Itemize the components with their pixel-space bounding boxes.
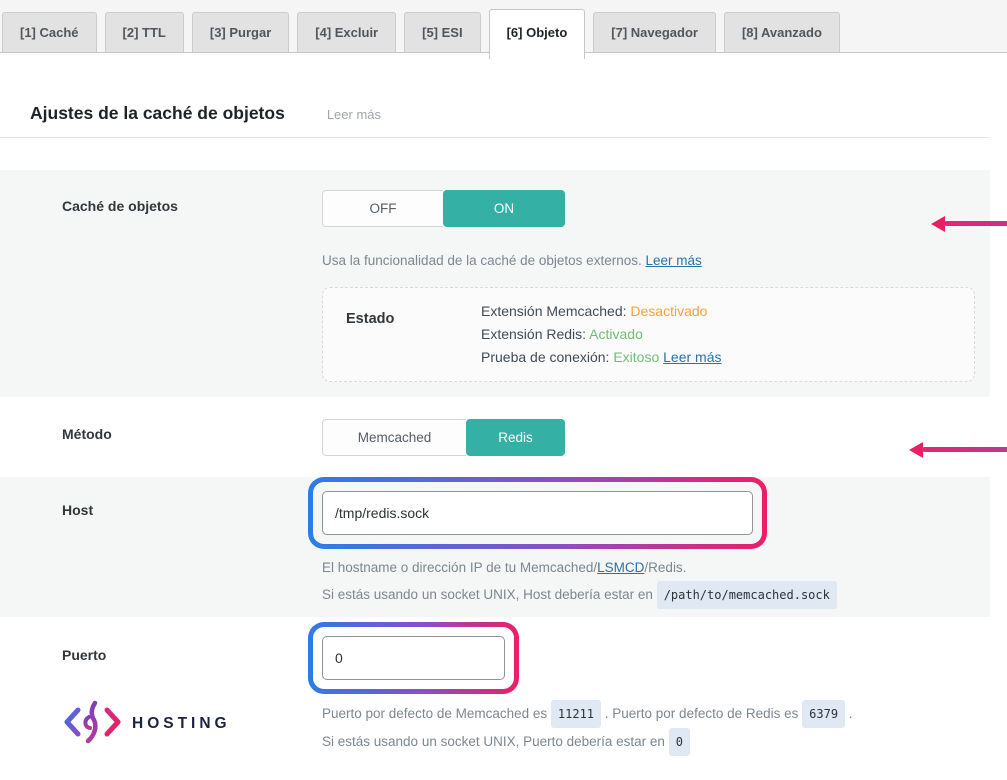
port-description-line2: Si estás usando un socket UNIX, Puerto d…: [322, 728, 975, 756]
port-socket-code: 0: [669, 728, 690, 756]
status-redis-value: Activado: [589, 326, 643, 342]
lsmcd-link[interactable]: LSMCD: [597, 560, 644, 575]
section-title-row: Ajustes de la caché de objetos Leer más: [0, 53, 990, 138]
object-cache-description: Usa la funcionalidad de la caché de obje…: [322, 248, 975, 274]
status-line-memcached: Extensión Memcached: Desactivado: [481, 300, 722, 323]
host-desc2-text: Si estás usando un socket UNIX, Host deb…: [322, 587, 657, 602]
host-label: Host: [62, 477, 322, 609]
host-description-line2: Si estás usando un socket UNIX, Host deb…: [322, 581, 975, 609]
host-socket-path-code: /path/to/memcached.sock: [657, 581, 837, 609]
tab-3-purgar[interactable]: [3] Purgar: [192, 12, 289, 52]
host-desc1-end: /Redis.: [644, 560, 686, 575]
tab-8-avanzado[interactable]: [8] Avanzado: [724, 12, 840, 52]
status-connection-value: Exitoso: [613, 349, 659, 365]
host-input[interactable]: [322, 491, 753, 535]
object-cache-description-text: Usa la funcionalidad de la caché de obje…: [322, 253, 642, 268]
annotation-arrow-object-cache: [944, 221, 1007, 226]
hosting-logo: HOSTING: [62, 697, 231, 751]
tab-1-cache[interactable]: [1] Caché: [2, 12, 97, 52]
status-connection-text: Prueba de conexión:: [481, 349, 613, 365]
method-memcached-button[interactable]: Memcached: [322, 419, 466, 456]
status-redis-text: Extensión Redis:: [481, 326, 589, 342]
port-desc2-text: Si estás usando un socket UNIX, Puerto d…: [322, 734, 669, 749]
object-cache-off-button[interactable]: OFF: [322, 190, 443, 227]
method-toggle: Memcached Redis: [322, 419, 565, 456]
port-description-line1: Puerto por defecto de Memcached es 11211…: [322, 700, 975, 728]
method-label: Método: [62, 419, 322, 459]
host-desc1-text: El hostname o dirección IP de tu Memcach…: [322, 560, 597, 575]
object-cache-toggle: OFF ON: [322, 190, 565, 227]
tab-6-objeto[interactable]: [6] Objeto: [489, 9, 586, 59]
port-desc1-sep: . Puerto por defecto de Redis es: [601, 706, 802, 721]
redis-port-code: 6379: [802, 700, 845, 728]
status-line-redis: Extensión Redis: Activado: [481, 323, 722, 346]
status-label: Estado: [346, 300, 481, 369]
setting-row-method: Método Memcached Redis: [0, 397, 990, 477]
object-cache-label: Caché de objetos: [62, 190, 322, 382]
setting-row-host: Host El hostname o dirección IP de tu Me…: [0, 477, 990, 617]
port-description: Puerto por defecto de Memcached es 11211…: [322, 700, 975, 756]
port-desc1-end: .: [845, 706, 853, 721]
tab-5-esi[interactable]: [5] ESI: [404, 12, 480, 52]
annotation-highlight-box-host: [308, 477, 767, 549]
tab-2-ttl[interactable]: [2] TTL: [105, 12, 184, 52]
title-read-more-link[interactable]: Leer más: [327, 107, 381, 122]
status-line-connection: Prueba de conexión: Exitoso Leer más: [481, 346, 722, 369]
memcached-port-code: 11211: [551, 700, 601, 728]
annotation-highlight-box-port: [308, 622, 519, 694]
port-desc1-text: Puerto por defecto de Memcached es: [322, 706, 551, 721]
host-description-line1: El hostname o dirección IP de tu Memcach…: [322, 555, 975, 581]
status-memcached-value: Desactivado: [630, 303, 707, 319]
annotation-arrow-method: [922, 447, 1007, 452]
setting-row-object-cache: Caché de objetos OFF ON Usa la funcional…: [0, 170, 990, 397]
method-redis-button[interactable]: Redis: [466, 419, 565, 456]
port-input[interactable]: [322, 636, 505, 680]
page-title: Ajustes de la caché de objetos: [30, 103, 285, 124]
tab-7-navegador[interactable]: [7] Navegador: [593, 12, 716, 52]
status-box: Estado Extensión Memcached: Desactivado …: [322, 287, 975, 382]
hosting-logo-icon: [62, 697, 124, 751]
status-read-more-link[interactable]: Leer más: [663, 349, 721, 365]
tab-4-excluir[interactable]: [4] Excluir: [297, 12, 396, 52]
settings-tabbar: [1] Caché [2] TTL [3] Purgar [4] Excluir…: [0, 0, 1007, 53]
hosting-logo-text: HOSTING: [132, 715, 231, 733]
setting-row-port: Puerto Puerto por defecto de Memcached e…: [0, 617, 990, 780]
status-memcached-text: Extensión Memcached:: [481, 303, 630, 319]
host-description: El hostname o dirección IP de tu Memcach…: [322, 555, 975, 609]
object-cache-on-button[interactable]: ON: [443, 190, 565, 227]
object-cache-read-more-link[interactable]: Leer más: [645, 253, 701, 268]
